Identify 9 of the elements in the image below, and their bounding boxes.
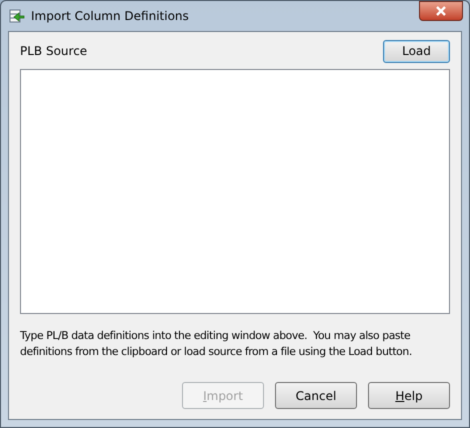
load-button[interactable]: Load <box>383 40 450 62</box>
source-label: PLB Source <box>20 43 88 60</box>
table-import-icon <box>9 8 25 24</box>
window-title: Import Column Definitions <box>31 8 189 25</box>
close-button[interactable] <box>419 1 463 21</box>
dialog-button[interactable]: Help <box>368 382 450 409</box>
close-icon <box>435 6 447 16</box>
dialog-button[interactable]: Cancel <box>275 382 357 409</box>
instruction-text: Type PL/B data definitions into the editing window above. You may also paste definitions from the clipboard or load source from a file using the Load button. <box>20 328 413 360</box>
